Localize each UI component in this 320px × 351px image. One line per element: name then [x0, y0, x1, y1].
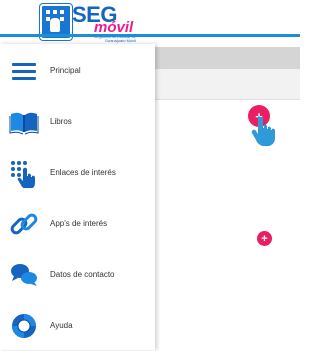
header-stripe	[0, 34, 300, 37]
menu-item-principal[interactable]: Principal	[0, 48, 155, 96]
menu-label-libros: Libros	[50, 117, 72, 126]
seg-movil-logo[interactable]: SEG móvil Seguimiento Escolar de Guanaju…	[40, 2, 136, 44]
menu-label-ayuda: Ayuda	[50, 321, 73, 330]
menu-item-apps[interactable]: App's de interés	[0, 201, 155, 249]
menu-label-enlaces: Enlaces de interés	[50, 168, 116, 177]
link-chain-icon	[10, 213, 38, 235]
menu-label-apps: App's de interés	[50, 219, 108, 228]
menu-item-enlaces[interactable]: Enlaces de interés	[0, 150, 155, 198]
menu-item-ayuda[interactable]: Ayuda	[0, 303, 155, 351]
content-divider	[155, 99, 300, 100]
tap-hand-icon	[251, 116, 275, 146]
toolbar-shadow	[155, 69, 300, 99]
menu-label-principal: Principal	[50, 66, 81, 75]
menu-label-contacto: Datos de contacto	[50, 270, 115, 279]
navigation-drawer: Principal Libros Enlaces de interés App'…	[0, 44, 155, 350]
lifebuoy-icon	[12, 314, 36, 338]
touch-grid-icon	[11, 161, 35, 188]
menu-item-libros[interactable]: Libros	[0, 99, 155, 147]
book-icon	[9, 112, 39, 135]
add-button-bottom[interactable]: +	[257, 231, 272, 246]
menu-item-contacto[interactable]: Datos de contacto	[0, 252, 155, 300]
app-header: SEG móvil Seguimiento Escolar de Guanaju…	[0, 0, 300, 44]
hamburger-icon	[12, 63, 36, 80]
chat-bubbles-icon	[11, 264, 37, 286]
toolbar	[155, 47, 300, 69]
